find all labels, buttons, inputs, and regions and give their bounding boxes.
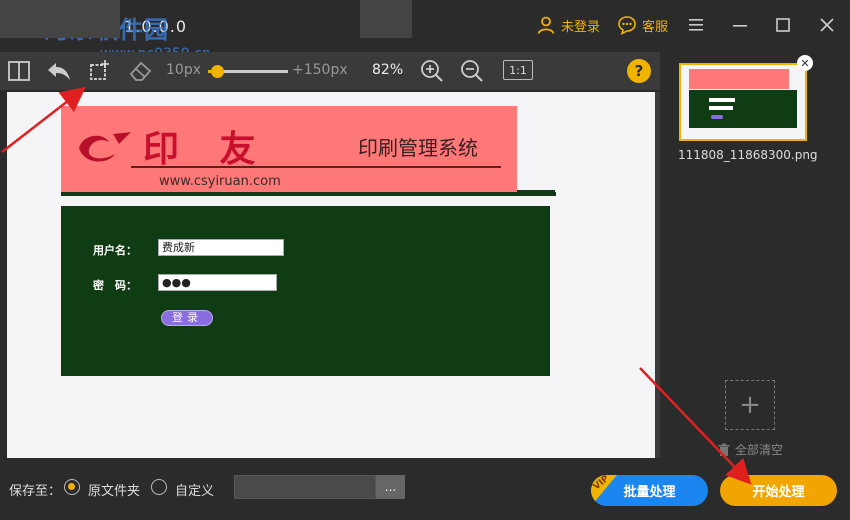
- eraser-button[interactable]: [127, 57, 155, 85]
- brush-max-label: +150px: [292, 62, 348, 78]
- maximize-button[interactable]: [771, 13, 795, 37]
- username-label: 用户名：: [93, 244, 137, 257]
- image-canvas[interactable]: 印 友 印刷管理系统 www.csyiruan.com 用户名： 费成新 密 码…: [7, 92, 655, 458]
- brush-min-label: 10px: [166, 62, 201, 78]
- rect-select-button[interactable]: [85, 57, 113, 85]
- start-process-button[interactable]: 开始处理: [720, 475, 837, 506]
- username-input: 费成新: [158, 239, 284, 256]
- close-button[interactable]: [815, 13, 839, 37]
- clear-all-button[interactable]: 全部清空: [717, 441, 783, 458]
- hamburger-icon: [689, 19, 703, 31]
- radio-original-folder[interactable]: [64, 479, 80, 495]
- zoom-in-button[interactable]: [418, 57, 446, 85]
- file-name: 111808_11868300.png: [678, 148, 818, 162]
- minimize-button[interactable]: [728, 13, 752, 37]
- user-icon: [537, 16, 555, 34]
- brand-underline: [131, 166, 501, 168]
- minimize-icon: [733, 25, 747, 27]
- password-label: 密 码：: [93, 279, 137, 292]
- crop-select-icon: [90, 60, 109, 80]
- zoom-out-icon: [461, 60, 483, 82]
- batch-process-label: 批量处理: [623, 485, 676, 500]
- zoom-display-group: [360, 0, 412, 38]
- file-thumbnail[interactable]: [679, 63, 807, 141]
- vip-text: VIP: [591, 475, 612, 493]
- add-file-button[interactable]: +: [725, 380, 775, 430]
- system-name: 印刷管理系统: [358, 136, 478, 160]
- zoom-level: 82%: [372, 62, 404, 78]
- compare-view-button[interactable]: [5, 57, 33, 85]
- eraser-icon: [129, 61, 152, 81]
- clear-all-label: 全部清空: [735, 443, 784, 457]
- login-link[interactable]: 未登录: [536, 15, 600, 35]
- undo-button[interactable]: [45, 57, 73, 85]
- user-label: 未登录: [561, 19, 601, 35]
- help-button[interactable]: ?: [627, 59, 651, 83]
- thumbnail-preview: [681, 65, 805, 139]
- maximize-icon: [776, 18, 790, 32]
- close-icon: [820, 18, 834, 32]
- login-form-area: 用户名： 费成新 密 码： ●●● 登录: [61, 206, 550, 376]
- toolbar-left-group: [0, 0, 120, 38]
- batch-process-button[interactable]: VIP 批量处理: [591, 475, 708, 506]
- browse-button[interactable]: ...: [376, 475, 405, 499]
- app-window: 图图橡皮 1.0.0.0 河东软件园 www.pc0359.cn 未登录 客服: [0, 0, 850, 520]
- save-path-input[interactable]: [234, 475, 376, 499]
- actual-size-button[interactable]: 1:1: [503, 60, 533, 80]
- menu-button[interactable]: [684, 13, 708, 37]
- trash-icon: [718, 443, 730, 456]
- custom-folder-label: 自定义: [175, 484, 215, 499]
- original-folder-label: 原文件夹: [88, 484, 141, 499]
- login-button: 登录: [161, 310, 213, 326]
- plus-icon: +: [739, 390, 761, 420]
- brand-logo-icon: [79, 132, 131, 162]
- slider-thumb[interactable]: [211, 65, 224, 78]
- loaded-image: 印 友 印刷管理系统 www.csyiruan.com 用户名： 费成新 密 码…: [61, 106, 556, 378]
- radio-custom-folder[interactable]: [151, 479, 167, 495]
- zoom-out-button[interactable]: [458, 57, 486, 85]
- service-label: 客服: [642, 19, 669, 35]
- vip-badge: VIP: [591, 475, 617, 506]
- brand-url: www.csyiruan.com: [159, 174, 281, 189]
- undo-icon: [48, 63, 70, 80]
- save-to-label: 保存至：: [9, 484, 62, 499]
- zoom-in-icon: [421, 60, 443, 82]
- brand-name: 印 友: [143, 128, 270, 170]
- split-view-icon: [8, 61, 30, 81]
- password-input: ●●●: [158, 274, 277, 291]
- image-header-divider: [61, 192, 556, 196]
- remove-file-button[interactable]: ✕: [797, 55, 813, 71]
- chat-bubble-icon: [618, 16, 636, 35]
- customer-service-link[interactable]: 客服: [617, 15, 668, 35]
- canvas-scrollbar[interactable]: [655, 92, 660, 458]
